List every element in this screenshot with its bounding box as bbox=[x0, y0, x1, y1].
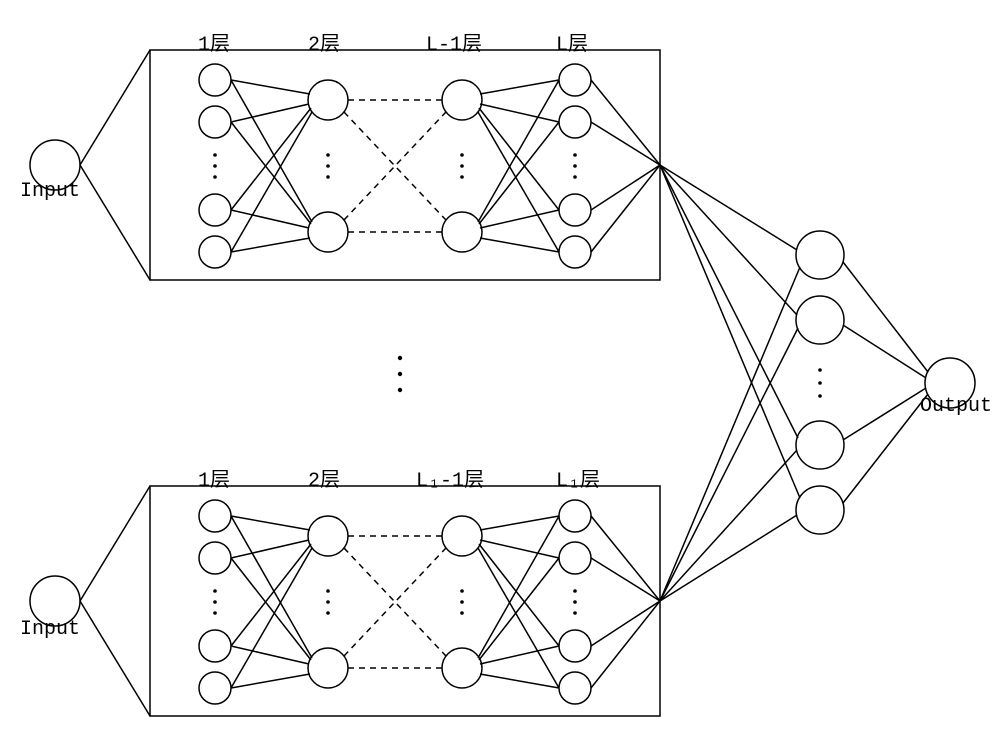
top-lL1-n1 bbox=[442, 80, 482, 120]
top-lL-n3 bbox=[559, 194, 591, 226]
agg-n2 bbox=[796, 296, 844, 344]
bottom-network-box bbox=[150, 486, 660, 716]
top-lL-n2 bbox=[559, 106, 591, 138]
bottom-layer-label-3: L₁-1层 bbox=[416, 463, 484, 493]
top-lL1-n2 bbox=[442, 212, 482, 252]
output-label: Output bbox=[920, 395, 992, 418]
bottom-layer-label-4: L₁层 bbox=[556, 463, 600, 493]
agg-n4 bbox=[796, 486, 844, 534]
top-layer-label-1: 1层 bbox=[198, 27, 230, 57]
diagram-svg bbox=[0, 0, 1000, 730]
top-lL-n4 bbox=[559, 236, 591, 268]
input-label-bottom: Input bbox=[20, 618, 80, 641]
input-label-top: Input bbox=[20, 180, 80, 203]
top-l2-n1 bbox=[308, 80, 348, 120]
top-network-box bbox=[150, 50, 660, 280]
agg-n1 bbox=[796, 231, 844, 279]
top-lL-n1 bbox=[559, 64, 591, 96]
top-layer-label-2: 2层 bbox=[308, 27, 340, 57]
agg-n3 bbox=[796, 421, 844, 469]
top-layer-label-4: L层 bbox=[556, 27, 588, 57]
top-l2-n2 bbox=[308, 212, 348, 252]
top-l1-n4 bbox=[199, 236, 231, 268]
top-l1-n1 bbox=[199, 64, 231, 96]
bottom-layer-label-2: 2层 bbox=[308, 463, 340, 493]
top-layer-label-3: L-1层 bbox=[426, 27, 482, 57]
bottom-layer-label-1: 1层 bbox=[198, 463, 230, 493]
top-l1-n2 bbox=[199, 106, 231, 138]
top-l1-n3 bbox=[199, 194, 231, 226]
